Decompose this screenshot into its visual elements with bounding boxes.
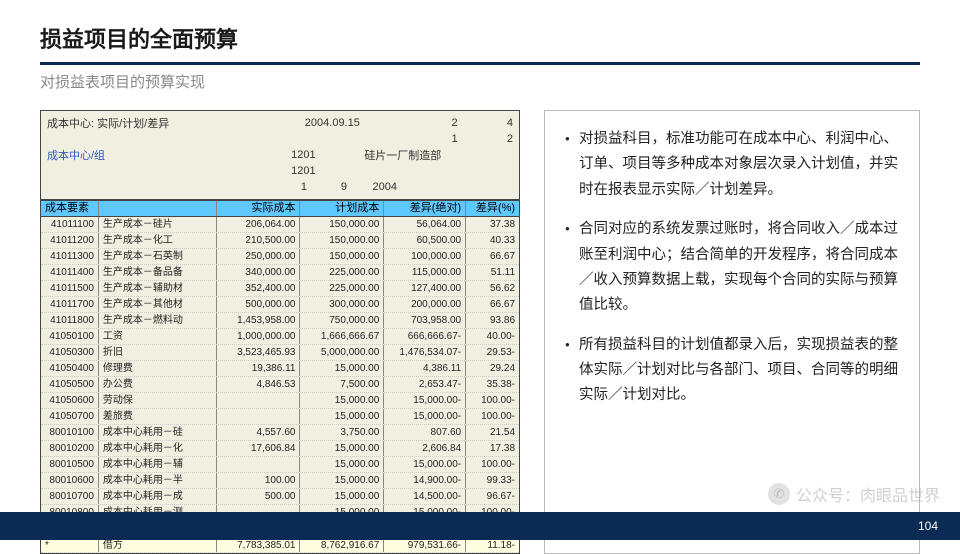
sap-report-panel: 成本中心: 实际/计划/差异 2004.09.15 2 4 1 2 成本中心/组… xyxy=(40,110,520,554)
bullet-item: 对损益科目，标准功能可在成本中心、利润中心、订单、项目等多种成本对象层次录入计划… xyxy=(565,127,901,203)
table-row: 41011300生产成本－石英制250,000.00150,000.00100,… xyxy=(41,249,519,265)
col-var-abs: 差异(绝对) xyxy=(384,201,466,216)
hdr-date: 2004.09.15 xyxy=(262,117,402,129)
table-row: 41050700差旅费15,000.0015,000.00-100.00- xyxy=(41,409,519,425)
title-underline xyxy=(40,62,920,65)
table-row: 41011500生产成本－辅助材352,400.00225,000.00127,… xyxy=(41,281,519,297)
table-header-row: 成本要素 实际成本 计划成本 差异(绝对) 差异(%) xyxy=(41,200,519,217)
table-row: 41011700生产成本－其他材500,000.00300,000.00200,… xyxy=(41,297,519,313)
wechat-icon: ✆ xyxy=(768,483,790,505)
table-row: 41011100生产成本－硅片206,064.00150,000.0056,06… xyxy=(41,217,519,233)
hdr-n1: 2 xyxy=(418,117,458,129)
col-var-pct: 差异(%) xyxy=(466,201,519,216)
page-number: 104 xyxy=(918,519,938,533)
table-row: 41050100工资1,000,000.001,666,666.67666,66… xyxy=(41,329,519,345)
col-actual: 实际成本 xyxy=(217,201,301,216)
bullet-item: 合同对应的系统发票过账时，将合同收入／成本过账至利润中心；结合简单的开发程序，将… xyxy=(565,217,901,319)
watermark: ✆ 公众号：肉眼品世界 xyxy=(768,482,940,506)
page-title: 损益项目的全面预算 xyxy=(0,0,960,58)
hdr-label: 成本中心: 实际/计划/差异 xyxy=(47,115,247,131)
hdr-p3: 2004 xyxy=(347,181,397,193)
hdr-n2: 4 xyxy=(473,117,513,129)
report-table: 成本要素 实际成本 计划成本 差异(绝对) 差异(%) 41011100生产成本… xyxy=(41,200,519,553)
table-row: 80010500成本中心耗用－辅15,000.0015,000.00-100.0… xyxy=(41,457,519,473)
table-row: 41050500办公费4,846.537,500.002,653.47-35.3… xyxy=(41,377,519,393)
watermark-text: 公众号：肉眼品世界 xyxy=(796,482,940,506)
report-header: 成本中心: 实际/计划/差异 2004.09.15 2 4 1 2 成本中心/组… xyxy=(41,111,519,200)
col-plan: 计划成本 xyxy=(300,201,384,216)
hdr-p2: 9 xyxy=(307,181,347,193)
table-row: 80010600成本中心耗用－半100.0015,000.0014,900.00… xyxy=(41,473,519,489)
cost-center-name: 硅片一厂制造部 xyxy=(324,147,464,163)
table-row: 41050400修理费19,386.1115,000.004,386.1129.… xyxy=(41,361,519,377)
footer-bar: 104 xyxy=(0,512,960,540)
table-row: 80010700成本中心耗用－成500.0015,000.0014,500.00… xyxy=(41,489,519,505)
bullet-item: 所有损益科目的计划值都录入后，实现损益表的整体实际／计划对比与各部门、项目、合同… xyxy=(565,333,901,409)
col-element: 成本要素 xyxy=(41,201,99,216)
table-row: 80010100成本中心耗用－硅4,557.603,750.00807.6021… xyxy=(41,425,519,441)
col-blank xyxy=(99,201,217,216)
table-row: 41011400生产成本－备品备340,000.00225,000.00115,… xyxy=(41,265,519,281)
hdr-p1: 1 xyxy=(247,181,307,193)
cost-center-link[interactable]: 成本中心/组 xyxy=(47,147,247,163)
table-row: 41011200生产成本－化工210,500.00150,000.0060,50… xyxy=(41,233,519,249)
page-subtitle: 对损益表项目的预算实现 xyxy=(0,71,960,92)
table-row: 80010200成本中心耗用－化17,606.8415,000.002,606.… xyxy=(41,441,519,457)
hdr-code2: 1201 xyxy=(256,165,316,177)
table-row: 41011800生产成本－燃料动1,453,958.00750,000.0070… xyxy=(41,313,519,329)
table-row: 41050300折旧3,523,465.935,000,000.001,476,… xyxy=(41,345,519,361)
hdr-code1: 1201 xyxy=(256,149,316,161)
table-row: 41050600劳动保15,000.0015,000.00-100.00- xyxy=(41,393,519,409)
hdr-n3: 1 xyxy=(418,133,458,145)
hdr-n4: 2 xyxy=(473,133,513,145)
